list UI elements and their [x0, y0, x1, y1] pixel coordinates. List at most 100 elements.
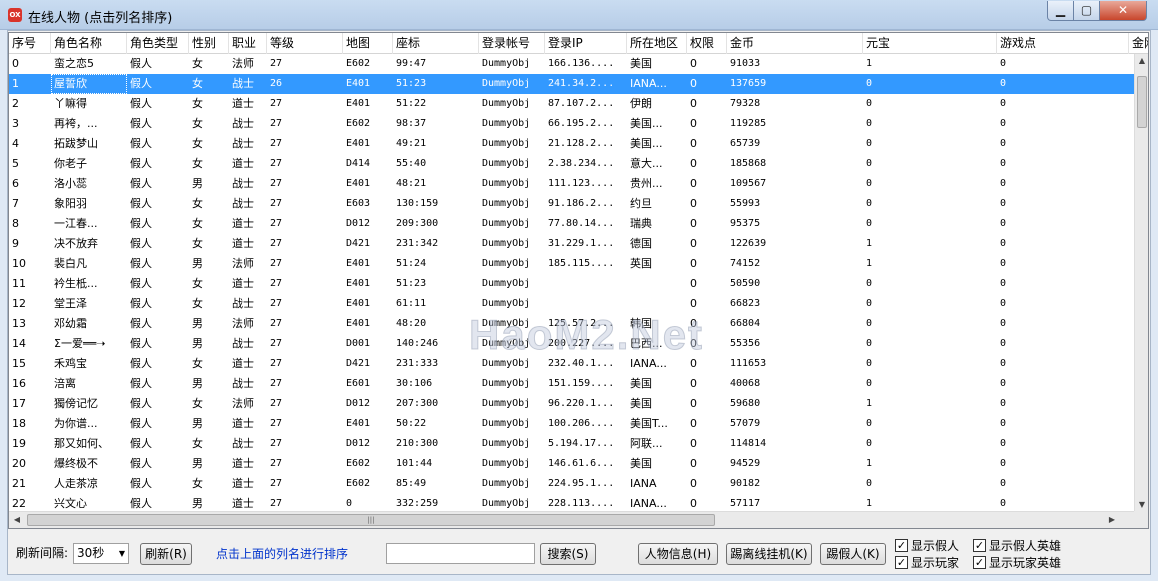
table-cell: 0 — [1000, 238, 1007, 249]
table-row[interactable]: 18 为你谱... 假人 男 道士 27 E401 50:22 DummyObj 100.206.… — [9, 414, 1136, 434]
table-cell: 95375 — [730, 218, 761, 229]
table-cell: 1 — [866, 58, 873, 69]
table-cell: 77.80.14... — [548, 218, 615, 229]
show-fake-checkbox[interactable]: ✓ 显示假人 — [895, 539, 959, 553]
table-cell: 27 — [270, 298, 283, 309]
table-cell: 30:106 — [396, 378, 433, 389]
table-cell: 男 — [192, 417, 203, 430]
table-row[interactable]: 1 屋誓欣 假人女战士 26 E401 51:23 DummyObj 241.34.2... I… — [9, 74, 1136, 94]
scroll-down-icon[interactable]: ▼ — [1135, 498, 1148, 512]
table-row[interactable]: 16 涪离 假人 男 战士 27 E601 30:106 DummyObj 151.159....… — [9, 374, 1136, 394]
column-header[interactable]: 所在地区 — [627, 33, 687, 54]
table-row[interactable]: 0 蛮之恋5 假人 女 法师 27 E602 99:47 DummyObj 166.136....… — [9, 54, 1136, 74]
table-cell: 0 — [1000, 58, 1007, 69]
table-cell: 10 — [12, 257, 26, 270]
table-cell: 12 — [12, 297, 26, 310]
column-header[interactable]: 等级 — [267, 33, 343, 54]
vertical-scrollbar[interactable]: ▲ ▼ — [1134, 54, 1148, 512]
online-players-list[interactable]: 序号 角色名称 角色类型 性别 职业 等级 地图 座标 登录帐号 登录IP 所在地区 权限 金币 元宝 游戏… — [8, 32, 1149, 529]
table-row[interactable]: 8 一江春... 假人 女 道士 27 D012 209:300 DummyObj 77.80.1… — [9, 214, 1136, 234]
search-button[interactable]: 搜索(S) — [540, 543, 596, 565]
refresh-button[interactable]: 刷新(R) — [140, 543, 192, 565]
scroll-up-icon[interactable]: ▲ — [1135, 54, 1148, 68]
table-row[interactable]: 7 象阳羽 假人 女 战士 27 E603 130:159 DummyObj 91.186.2..… — [9, 194, 1136, 214]
title-bar: OX 在线人物 (点击列名排序) ▁ ▢ ✕ — [0, 0, 1158, 30]
column-header[interactable]: 地图 — [343, 33, 393, 54]
scroll-right-icon[interactable]: ▶ — [1104, 512, 1120, 528]
table-row[interactable]: 12 堂王泽 假人 女 战士 27 E401 61:11 DummyObj 0 66823 0 0 — [9, 294, 1136, 314]
table-cell: 假人 — [130, 297, 152, 310]
column-header[interactable]: 职业 — [229, 33, 267, 54]
table-cell: 假人 — [130, 117, 152, 130]
table-cell: 232.40.1... — [548, 358, 615, 369]
column-header[interactable]: 登录帐号 — [479, 33, 545, 54]
table-row[interactable]: 20 爆终极不 假人 男 道士 27 E602 101:44 DummyObj 146.61.6.… — [9, 454, 1136, 474]
table-row[interactable]: 6 洛小蕊 假人 男 战士 27 E401 48:21 DummyObj 111.123.... 贵… — [9, 174, 1136, 194]
maximize-button[interactable]: ▢ — [1073, 1, 1100, 21]
show-player-hero-checkbox[interactable]: ✓ 显示玩家英雄 — [973, 556, 1061, 570]
table-cell: D012 — [346, 218, 371, 229]
kick-offline-button[interactable]: 踢离线挂机(K) — [726, 543, 812, 565]
table-cell: 51:24 — [396, 258, 427, 269]
player-info-button[interactable]: 人物信息(H) — [638, 543, 718, 565]
table-row[interactable]: 15 禾鸡宝 假人 女 道士 27 D421 231:333 DummyObj 232.40.1.… — [9, 354, 1136, 374]
column-header[interactable]: 权限 — [687, 33, 727, 54]
table-cell: E401 — [346, 318, 371, 329]
table-row[interactable]: 5 你老子 假人 女 道士 27 D414 55:40 DummyObj 2.38.234... 意… — [9, 154, 1136, 174]
show-fake-hero-checkbox[interactable]: ✓ 显示假人英雄 — [973, 539, 1061, 553]
table-row[interactable]: 21 人走茶凉 假人 女 道士 27 E602 85:49 DummyObj 224.95.1..… — [9, 474, 1136, 494]
table-cell: 涪离 — [54, 377, 76, 390]
scroll-left-icon[interactable]: ◀ — [9, 512, 25, 528]
table-row[interactable]: 14 Σ一爱══➝ 假人 男 战士 27 D001 140:246 DummyObj 200.22… — [9, 334, 1136, 354]
table-cell: 为你谱... — [54, 417, 98, 430]
table-cell: 0 — [690, 417, 697, 430]
column-header[interactable]: 性别 — [189, 33, 229, 54]
table-cell: 231:342 — [396, 238, 439, 249]
table-row[interactable]: 22 兴文心 假人 男 道士 27 0 332:259 DummyObj 228.113.... I… — [9, 494, 1136, 512]
app-icon: OX — [8, 8, 22, 22]
table-cell: 假人 — [130, 237, 152, 250]
table-cell: DummyObj — [482, 118, 531, 129]
table-cell: 0 — [690, 377, 697, 390]
table-row[interactable]: 13 邓幼霜 假人 男 法师 27 E401 48:20 DummyObj 125.57.2...… — [9, 314, 1136, 334]
horizontal-scrollbar[interactable]: ◀ ||| ▶ — [9, 511, 1136, 528]
table-cell: 假人 — [130, 57, 152, 70]
search-input[interactable] — [386, 543, 535, 564]
table-cell: 55:40 — [396, 158, 427, 169]
table-row[interactable]: 3 再袴，... 假人 女 战士 27 E602 98:37 DummyObj 66.195.2.… — [9, 114, 1136, 134]
table-cell: 125.57.2... — [548, 318, 615, 329]
table-row[interactable]: 4 拓跋梦山 假人 女 战士 27 E401 49:21 DummyObj 21.128.2...… — [9, 134, 1136, 154]
vertical-scroll-thumb[interactable] — [1137, 76, 1147, 128]
column-header[interactable]: 角色类型 — [127, 33, 189, 54]
table-row[interactable]: 17 獨傍记忆 假人 女 法师 27 D012 207:300 DummyObj 96.220.1… — [9, 394, 1136, 414]
table-cell: 66.195.2... — [548, 118, 615, 129]
column-header[interactable]: 金币 — [727, 33, 863, 54]
table-cell: 女 — [192, 197, 203, 210]
table-row[interactable]: 2 丫嘛得 假人 女 道士 27 E401 51:22 DummyObj 87.107.2... 伊… — [9, 94, 1136, 114]
table-cell: 0 — [690, 297, 697, 310]
column-header[interactable]: 序号 — [9, 33, 51, 54]
table-cell: 道士 — [232, 97, 254, 110]
table-row[interactable]: 9 决不放弃 假人 女 道士 27 D421 231:342 DummyObj 31.229.1.… — [9, 234, 1136, 254]
show-player-checkbox[interactable]: ✓ 显示玩家 — [895, 556, 959, 570]
table-row[interactable]: 19 那又如何、 假人 女 战士 27 D012 210:300 DummyObj 5.194.1… — [9, 434, 1136, 454]
kick-fake-button[interactable]: 踢假人(K) — [820, 543, 886, 565]
refresh-interval-select[interactable]: 30秒 ▼ — [73, 543, 129, 564]
column-header[interactable]: 游戏点 — [997, 33, 1129, 54]
column-header[interactable]: 座标 — [393, 33, 479, 54]
table-cell: 男 — [192, 257, 203, 270]
minimize-button[interactable]: ▁ — [1047, 1, 1074, 21]
horizontal-scroll-thumb[interactable]: ||| — [27, 514, 715, 526]
table-cell: 美国T... — [630, 417, 668, 430]
column-header[interactable]: 元宝 — [863, 33, 997, 54]
table-cell: 20 — [12, 457, 26, 470]
table-row[interactable]: 10 裴白凡 假人男法师 27 E401 51:24 DummyObj 185.115....… — [9, 254, 1136, 274]
column-header[interactable]: 角色名称 — [51, 33, 127, 54]
table-cell: DummyObj — [482, 378, 531, 389]
column-header[interactable]: 金刚 — [1129, 33, 1148, 54]
table-cell: 0 — [346, 498, 353, 509]
table-row[interactable]: 11 衿生柢... 假人 女 道士 27 E401 51:23 DummyObj 0 50590 0 0 — [9, 274, 1136, 294]
close-button[interactable]: ✕ — [1099, 1, 1147, 21]
table-cell: 16 — [12, 377, 26, 390]
column-header[interactable]: 登录IP — [545, 33, 627, 54]
